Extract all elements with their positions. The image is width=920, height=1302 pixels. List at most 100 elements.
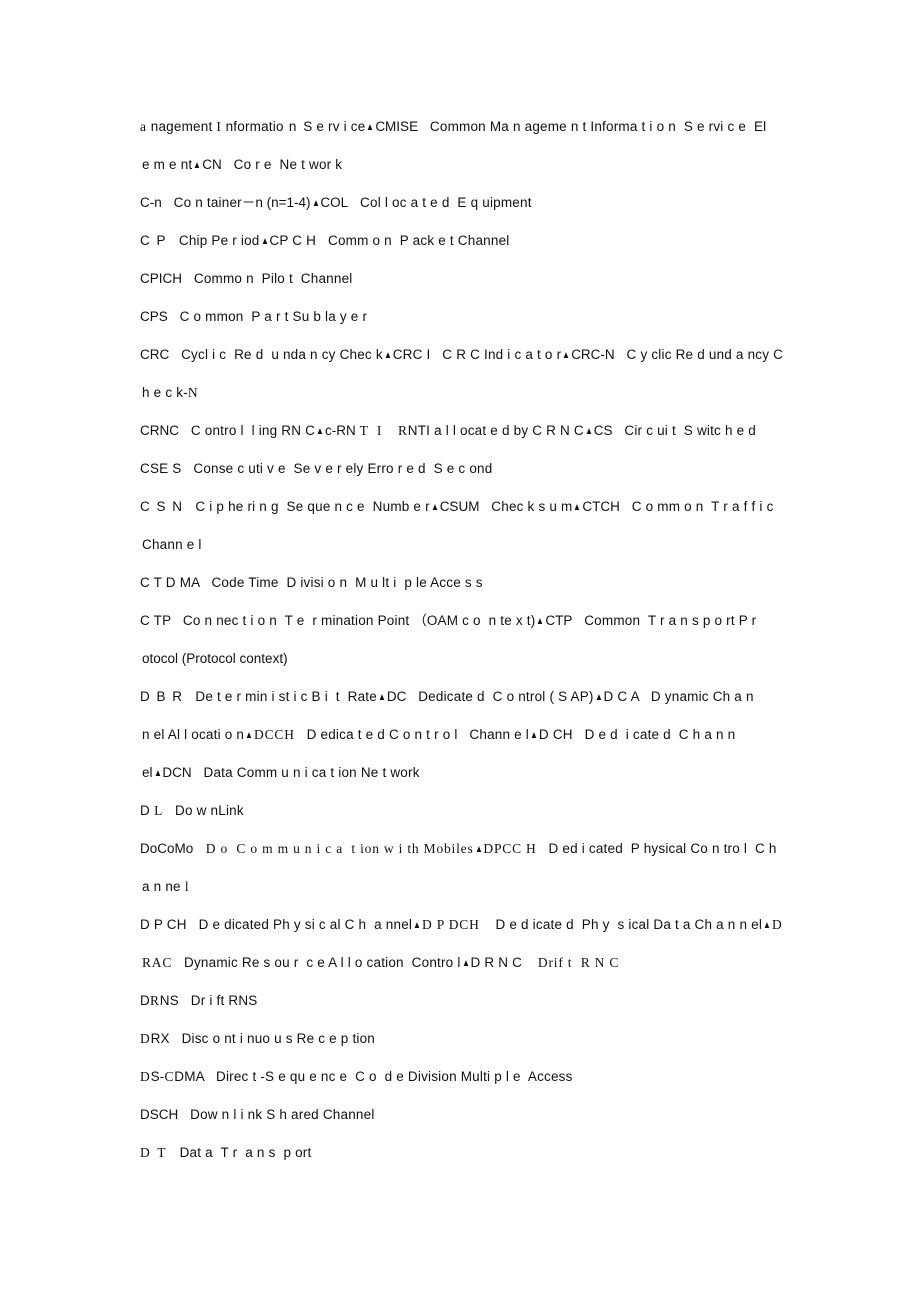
- text-run: C S N: [140, 499, 184, 514]
- text-run: D B R: [140, 689, 184, 704]
- text-run: D: [140, 993, 150, 1008]
- text-run: C i p he ri n g Se que n c e Numb e r: [183, 499, 430, 514]
- text-run: C: [164, 1069, 175, 1084]
- text-run: DPCC H: [483, 841, 537, 856]
- triangle-separator-icon: ▲: [311, 198, 320, 209]
- text-run: CRNC: [140, 423, 179, 438]
- triangle-separator-icon: ▲: [430, 502, 439, 513]
- glossary-entry-line: C T D MA Code Time D ivisi o n M u lt i …: [140, 564, 788, 602]
- text-run: Cycl i c Re d u nda n cy Chec k: [169, 347, 383, 362]
- text-run: D edica t e d C o n t r o l Chann e l: [294, 727, 530, 742]
- text-run: C R C Ind i c a t o r: [430, 347, 562, 362]
- text-run: S-: [150, 1069, 165, 1084]
- text-run: CTCH: [582, 499, 620, 514]
- text-run: D C A: [603, 689, 640, 704]
- glossary-entry-line: D P CH D e dicated Ph y si c al C h a nn…: [140, 906, 788, 944]
- glossary-entry-line: D B R De t e r min i st i c B i t Rate▲D…: [140, 678, 788, 716]
- glossary-continuation-line: a n ne l: [140, 868, 788, 906]
- glossary-continuation-line: Chann e l: [140, 526, 788, 564]
- text-run: CSE S: [140, 461, 182, 476]
- text-run: RX: [150, 1031, 170, 1046]
- glossary-entry-line: a nagement I nformatio n S e rv i ce▲CMI…: [140, 108, 788, 146]
- text-run: D CH: [538, 727, 573, 742]
- text-run: C o mm o n T r a f f i c: [619, 499, 774, 514]
- glossary-entry-line: DoCoMo D o C o m m u n i c a t ion w i t…: [140, 830, 788, 868]
- text-run: CPICH: [140, 271, 183, 286]
- text-run: C TP: [140, 613, 172, 628]
- text-run: Cir c ui t S witc h e d: [612, 423, 756, 438]
- text-run: CRC I: [392, 347, 431, 362]
- text-run: D P DCH: [422, 917, 480, 932]
- text-run: D: [140, 803, 150, 818]
- text-run: Co r e Ne t wor k: [221, 157, 343, 172]
- glossary-entry-line: CRC Cycl i c Re d u nda n cy Chec k▲CRC …: [140, 336, 788, 374]
- text-run: C o mmon P a r t Su b la y e r: [167, 309, 368, 324]
- text-run: DMA: [174, 1069, 205, 1084]
- text-run: D: [140, 1031, 151, 1046]
- text-run: N: [187, 385, 199, 400]
- text-run: C y clic Re d und a ncy C: [614, 347, 784, 362]
- text-run: DCN: [162, 765, 192, 780]
- triangle-separator-icon: ▲: [193, 160, 202, 171]
- text-run: Do w nLink: [163, 803, 244, 818]
- text-run: NS: [159, 993, 179, 1008]
- text-run: OAM c o n te x t): [426, 613, 536, 628]
- glossary-entry-line: C-n Co n tainer－n (n=1-4)▲COL Col l oc a…: [140, 184, 788, 222]
- text-run: －: [241, 195, 256, 210]
- text-run: D: [771, 917, 783, 932]
- glossary-entry-line: CSE S Conse c uti v e Se v e r ely Erro …: [140, 450, 788, 488]
- glossary-text-block: a nagement I nformatio n S e rv i ce▲CMI…: [140, 108, 788, 1172]
- text-run: DoCoMo: [140, 841, 194, 856]
- triangle-separator-icon: ▲: [530, 730, 538, 741]
- triangle-separator-icon: ▲: [245, 730, 254, 741]
- text-run: c-RN: [325, 423, 356, 438]
- text-run: Comm o n P ack e t Channel: [316, 233, 510, 248]
- text-run: D R N C: [470, 955, 523, 970]
- text-run: nagement: [146, 119, 217, 134]
- text-run: l: [180, 879, 190, 894]
- text-run: Data Comm u n i ca t ion Ne t work: [191, 765, 420, 780]
- glossary-entry-line: C P Chip Pe r iod▲CP C H Comm o n P ack …: [140, 222, 788, 260]
- text-run: CPS: [140, 309, 168, 324]
- text-run: C ontro l l ing RN C: [179, 423, 316, 438]
- text-run: C P: [140, 233, 168, 248]
- triangle-separator-icon: ▲: [260, 236, 269, 247]
- glossary-continuation-line: el▲DCN Data Comm u n i ca t ion Ne t wor…: [140, 754, 788, 792]
- text-run: C-n: [140, 195, 162, 210]
- triangle-separator-icon: ▲: [413, 920, 422, 931]
- text-run: C T D MA: [140, 575, 200, 590]
- triangle-separator-icon: ▲: [461, 958, 470, 969]
- triangle-separator-icon: ▲: [366, 122, 375, 133]
- text-run: a n ne: [142, 879, 181, 894]
- text-run: Co n nec t i o n T e r mination Point: [171, 613, 414, 628]
- text-run: [522, 955, 538, 970]
- text-run: D e d i cate d C h a n n: [572, 727, 736, 742]
- text-run: h e c k-: [142, 385, 188, 400]
- text-run: Dow n l i nk S h ared Channel: [178, 1107, 375, 1122]
- text-run: n el Al l ocati o n: [142, 727, 245, 742]
- text-run: D T: [140, 1145, 168, 1160]
- triangle-separator-icon: ▲: [763, 920, 771, 931]
- text-run: Chec k s u m: [479, 499, 573, 514]
- glossary-entry-line: C TP Co n nec t i o n T e r mination Poi…: [140, 602, 788, 640]
- document-page: a nagement I nformatio n S e rv i ce▲CMI…: [0, 0, 920, 1302]
- text-run: Co n tainer: [161, 195, 242, 210]
- text-run: D ynamic Ch a n: [639, 689, 754, 704]
- triangle-separator-icon: ▲: [316, 426, 325, 437]
- glossary-entry-line: DSCH Dow n l i nk S h ared Channel: [140, 1096, 788, 1134]
- triangle-separator-icon: ▲: [562, 350, 571, 361]
- text-run: R: [149, 993, 160, 1008]
- text-run: D o C o m m u n i c a t ion w i th Mobil…: [193, 841, 474, 856]
- triangle-separator-icon: ▲: [573, 502, 582, 513]
- text-run: CSUM: [439, 499, 480, 514]
- text-run: CTP: [545, 613, 573, 628]
- glossary-entry-line: DRX Disc o nt i nuo u s Re c e p tion: [140, 1020, 788, 1058]
- text-run: CS: [593, 423, 613, 438]
- triangle-separator-icon: ▲: [584, 426, 593, 437]
- glossary-entry-line: CRNC C ontro l l ing RN C▲c-RN T I RNTI …: [140, 412, 788, 450]
- text-run: Common Ma n ageme n t Informa t i o n S …: [418, 119, 767, 134]
- glossary-entry-line: CPS C o mmon P a r t Su b la y e r: [140, 298, 788, 336]
- text-run: el: [142, 765, 153, 780]
- glossary-entry-line: DS-CDMA Direc t -S e qu e nc e C o d e D…: [140, 1058, 788, 1096]
- text-run: Dynamic Re s ou r c e A l l o cation Con…: [172, 955, 461, 970]
